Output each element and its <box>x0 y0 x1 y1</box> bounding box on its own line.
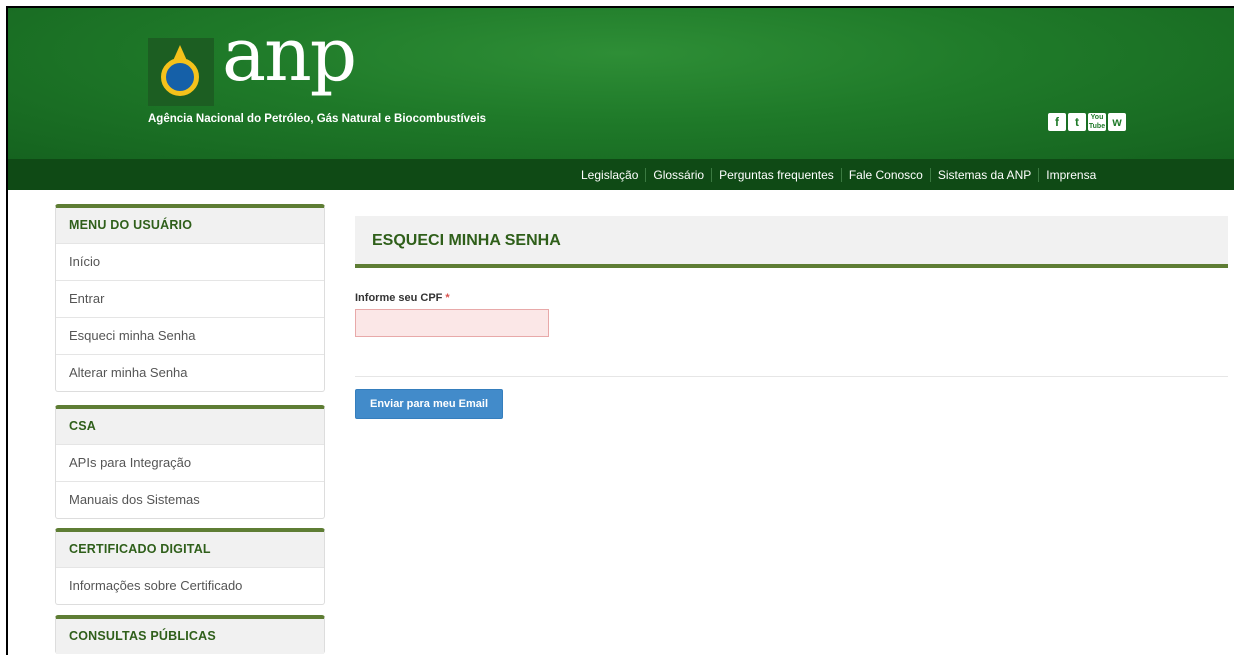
sidebar-item-apis[interactable]: APIs para Integração <box>56 444 324 481</box>
twitter-icon[interactable]: t <box>1068 113 1086 131</box>
sidebar-item-entrar[interactable]: Entrar <box>56 280 324 317</box>
sidebar-item-manuais[interactable]: Manuais dos Sistemas <box>56 481 324 518</box>
sidebar-item-inicio[interactable]: Início <box>56 243 324 280</box>
panel-menu-usuario: MENU DO USUÁRIO Início Entrar Esqueci mi… <box>55 204 325 392</box>
cpf-input[interactable] <box>355 309 549 337</box>
nav-perguntas-frequentes[interactable]: Perguntas frequentes <box>711 167 841 182</box>
panel-csa: CSA APIs para Integração Manuais dos Sis… <box>55 405 325 519</box>
anp-drop-logo-icon[interactable] <box>148 38 214 106</box>
social-links: f t You Tube w <box>1048 113 1126 131</box>
panel-title: CONSULTAS PÚBLICAS <box>56 619 324 654</box>
panel-title: CSA <box>56 409 324 444</box>
top-navigation: Legislação Glossário Perguntas frequente… <box>8 159 1234 190</box>
panel-consultas-publicas: CONSULTAS PÚBLICAS <box>55 615 325 654</box>
nav-glossario[interactable]: Glossário <box>645 167 711 182</box>
form-divider <box>355 376 1228 377</box>
cpf-label: Informe seu CPF * <box>355 292 450 304</box>
nav-legislacao[interactable]: Legislação <box>574 168 645 182</box>
nav-fale-conosco[interactable]: Fale Conosco <box>840 167 930 182</box>
nav-sistemas-anp[interactable]: Sistemas da ANP <box>929 167 1038 182</box>
nav-imprensa[interactable]: Imprensa <box>1038 167 1103 182</box>
cpf-label-text: Informe seu CPF <box>355 292 443 304</box>
flickr-icon[interactable]: w <box>1108 113 1126 131</box>
required-marker: * <box>445 292 450 304</box>
logo-text[interactable]: anp <box>222 18 357 92</box>
panel-title: MENU DO USUÁRIO <box>56 208 324 243</box>
page-title-bar: ESQUECI MINHA SENHA <box>355 216 1228 268</box>
agency-name: Agência Nacional do Petróleo, Gás Natura… <box>148 113 487 125</box>
drop-circle <box>161 58 199 96</box>
youtube-icon[interactable]: You Tube <box>1088 113 1106 131</box>
sidebar-item-info-certificado[interactable]: Informações sobre Certificado <box>56 567 324 604</box>
panel-title: CERTIFICADO DIGITAL <box>56 532 324 567</box>
panel-certificado-digital: CERTIFICADO DIGITAL Informações sobre Ce… <box>55 528 325 605</box>
sidebar-item-alterar-senha[interactable]: Alterar minha Senha <box>56 354 324 391</box>
sidebar-item-esqueci-senha[interactable]: Esqueci minha Senha <box>56 317 324 354</box>
send-email-button[interactable]: Enviar para meu Email <box>355 389 503 419</box>
page-title: ESQUECI MINHA SENHA <box>372 232 561 249</box>
facebook-icon[interactable]: f <box>1048 113 1066 131</box>
